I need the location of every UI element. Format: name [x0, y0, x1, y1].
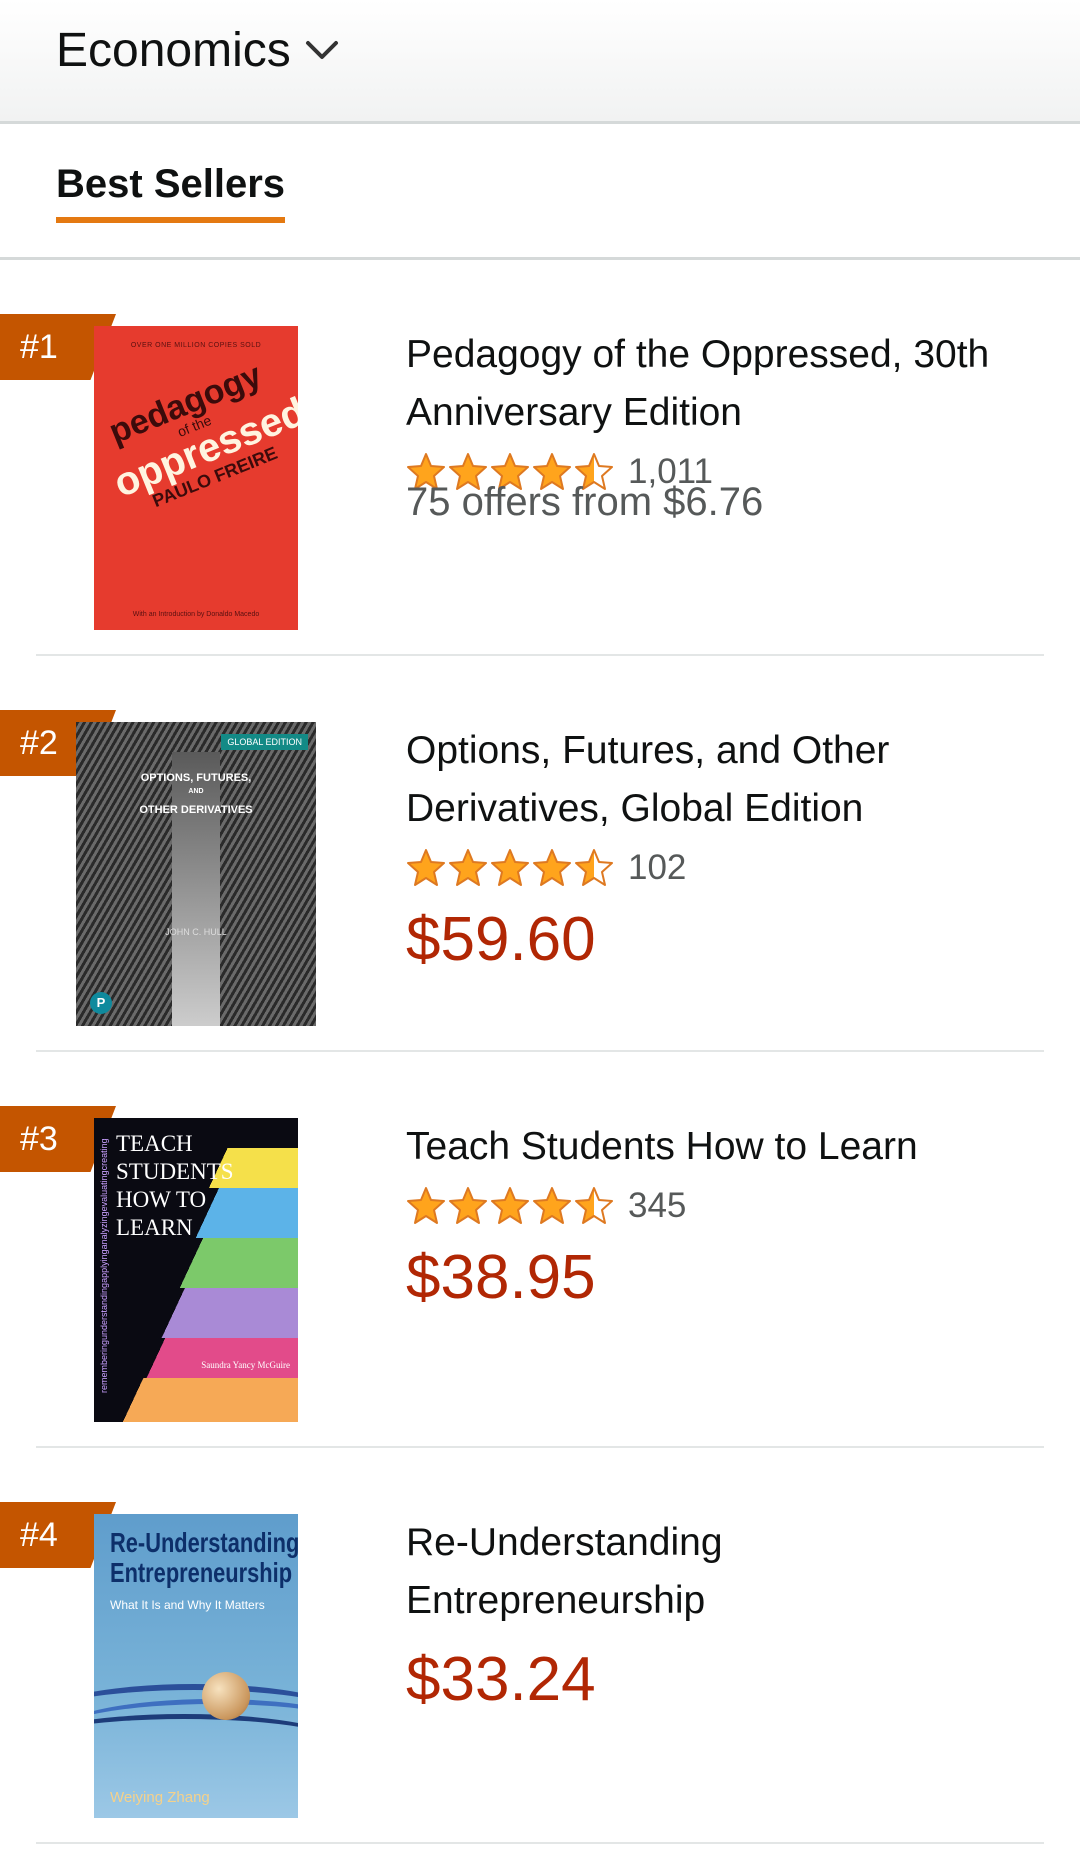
divider	[36, 1842, 1044, 1844]
cover-title: pedagogy of the oppressed PAULO FREIRE	[94, 352, 298, 522]
star-half-icon	[575, 1187, 613, 1224]
list-item[interactable]: #1 OVER ONE MILLION COPIES SOLD pedagogy…	[0, 260, 1080, 656]
publisher-logo-icon: P	[90, 992, 112, 1014]
cover-title-line: OPTIONS, FUTURES,	[140, 772, 252, 784]
star-full-icon	[407, 849, 445, 886]
rating-row[interactable]: 345	[406, 1184, 1026, 1228]
chevron-down-icon	[305, 41, 338, 59]
item-title[interactable]: Pedagogy of the Oppressed, 30th Annivers…	[406, 326, 1026, 442]
cover-title-line: Re-Understanding	[110, 1527, 298, 1558]
star-half-icon	[575, 849, 613, 886]
list-item[interactable]: #4 Re-Understanding Entrepreneurship Wha…	[0, 1448, 1080, 1844]
rating-count: 345	[628, 1186, 687, 1225]
tab-bar: Best Sellers	[0, 124, 1080, 260]
item-info: Options, Futures, and Other Derivatives,…	[406, 722, 1026, 975]
cover-title-line: Entrepreneurship	[110, 1557, 293, 1588]
book-cover-image[interactable]: OVER ONE MILLION COPIES SOLD pedagogy of…	[94, 326, 298, 630]
cover-title-line: OTHER DERIVATIVES	[139, 804, 253, 816]
list-item[interactable]: #2 GLOBAL EDITION OPTIONS, FUTURES, AND …	[0, 656, 1080, 1052]
item-title[interactable]: Re-Understanding Entrepreneurship	[406, 1514, 826, 1630]
category-header: Economics	[0, 0, 1080, 124]
cover-subtitle: What It Is and Why It Matters	[110, 1598, 265, 1612]
cover-title-line: AND	[188, 788, 204, 795]
cover-side-text: rememberingunderstandingapplyinganalyzin…	[99, 1138, 109, 1393]
cover-art	[202, 1672, 250, 1720]
price: $33.24	[406, 1645, 596, 1714]
item-info: Pedagogy of the Oppressed, 30th Annivers…	[406, 326, 1026, 525]
cover-title: TEACH STUDENTS HOW TO LEARN	[116, 1131, 234, 1240]
cover-title: Re-Understanding Entrepreneurship	[110, 1528, 298, 1588]
book-cover-image[interactable]: TEACH STUDENTS HOW TO LEARN rememberingu…	[94, 1118, 298, 1422]
item-info: Re-Understanding Entrepreneurship $33.24	[406, 1514, 1026, 1715]
item-info: Teach Students How to Learn 345 $38.95	[406, 1118, 1026, 1313]
list-item[interactable]: #3 TEACH STUDENTS HOW TO LEARN rememberi…	[0, 1052, 1080, 1448]
cover-edition: GLOBAL EDITION	[221, 734, 308, 750]
item-title[interactable]: Teach Students How to Learn	[406, 1118, 1026, 1176]
book-cover-image[interactable]: Re-Understanding Entrepreneurship What I…	[94, 1514, 298, 1818]
star-full-icon	[491, 849, 529, 886]
star-full-icon	[491, 1187, 529, 1224]
cover-tagline: OVER ONE MILLION COPIES SOLD	[130, 342, 262, 349]
star-rating	[406, 1186, 614, 1226]
price: $38.95	[406, 1243, 596, 1312]
category-title: Economics	[56, 23, 291, 77]
tab-best-sellers[interactable]: Best Sellers	[56, 162, 286, 223]
rating-row[interactable]: 102	[406, 846, 1026, 890]
cover-author: JOHN C. HULL	[165, 927, 227, 937]
star-full-icon	[407, 1187, 445, 1224]
star-full-icon	[533, 1187, 571, 1224]
item-title[interactable]: Options, Futures, and Other Derivatives,…	[406, 722, 1026, 838]
rating-count: 102	[628, 848, 687, 887]
category-dropdown[interactable]: Economics	[56, 18, 339, 82]
price: $59.60	[406, 905, 596, 974]
star-full-icon	[533, 849, 571, 886]
offers-text[interactable]: 75 offers from $6.76	[406, 480, 1026, 525]
cover-footnote: With an Introduction by Donaldo Macedo	[132, 611, 260, 618]
cover-author: Weiying Zhang	[110, 1789, 210, 1806]
star-rating	[406, 848, 614, 888]
star-full-icon	[449, 1187, 487, 1224]
star-full-icon	[449, 849, 487, 886]
book-cover-image[interactable]: GLOBAL EDITION OPTIONS, FUTURES, AND OTH…	[76, 722, 316, 1026]
cover-author: Saundra Yancy McGuire	[201, 1360, 290, 1370]
